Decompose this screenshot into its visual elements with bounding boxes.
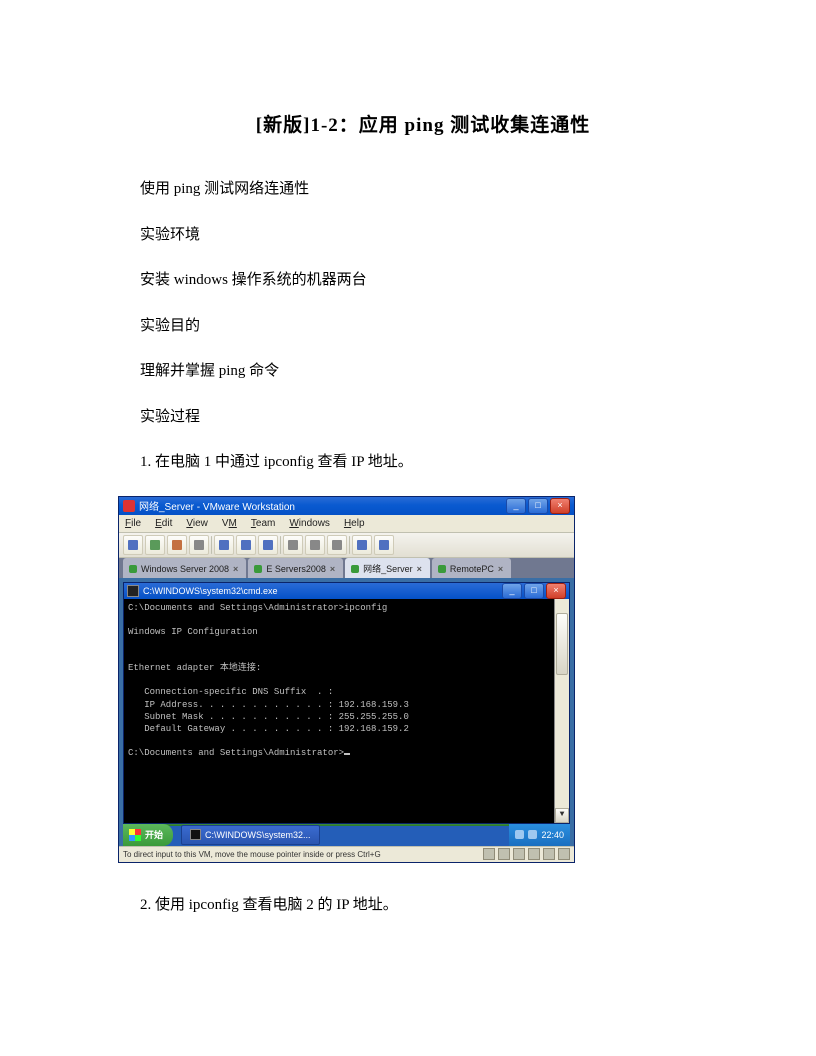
vm-status-icon xyxy=(254,565,262,573)
cmd-scrollbar[interactable]: ▲ ▼ xyxy=(554,599,569,823)
windows-logo-icon xyxy=(129,829,141,841)
status-device-icon[interactable] xyxy=(513,848,525,860)
menu-help[interactable]: Help xyxy=(344,518,365,529)
vm-status-icon xyxy=(351,565,359,573)
menu-file[interactable]: File xyxy=(125,518,141,529)
toolbar-separator xyxy=(280,536,281,554)
maximize-button[interactable]: □ xyxy=(528,498,548,514)
tab-close-icon[interactable]: × xyxy=(233,564,238,574)
scroll-down-button[interactable]: ▼ xyxy=(555,808,569,823)
cmd-titlebar: C:\WINDOWS\system32\cmd.exe _ □ × xyxy=(124,583,569,599)
system-tray[interactable]: 22:40 xyxy=(509,824,570,846)
toolbar-icon[interactable] xyxy=(305,535,325,555)
vmware-window-title: 网络_Server - VMware Workstation xyxy=(139,498,506,513)
paragraph-step2: 2. 使用 ipconfig 查看电脑 2 的 IP 地址。 xyxy=(140,893,706,919)
taskbar-item-label: C:\WINDOWS\system32... xyxy=(205,830,311,840)
menu-vm[interactable]: VM xyxy=(222,518,237,529)
cmd-title: C:\WINDOWS\system32\cmd.exe xyxy=(143,586,502,596)
vm-tab-label: E Servers2008 xyxy=(266,564,326,574)
cmd-icon xyxy=(127,585,139,597)
start-label: 开始 xyxy=(145,828,163,841)
toolbar-icon[interactable] xyxy=(236,535,256,555)
cmd-window: C:\WINDOWS\system32\cmd.exe _ □ × C:\Doc… xyxy=(123,582,570,824)
vm-tab-active[interactable]: 网络_Server × xyxy=(345,558,430,578)
minimize-button[interactable]: _ xyxy=(506,498,526,514)
tab-close-icon[interactable]: × xyxy=(417,564,422,574)
vmware-status-text: To direct input to this VM, move the mou… xyxy=(123,850,381,859)
paragraph-step1: 1. 在电脑 1 中通过 ipconfig 查看 IP 地址。 xyxy=(140,450,706,476)
cmd-maximize-button[interactable]: □ xyxy=(524,583,544,599)
embedded-screenshot: 网络_Server - VMware Workstation _ □ × Fil… xyxy=(118,496,575,863)
toolbar-separator xyxy=(349,536,350,554)
vm-status-icon xyxy=(129,565,137,573)
taskbar-item-cmd[interactable]: C:\WINDOWS\system32... xyxy=(181,825,320,845)
toolbar-snapshot-button[interactable] xyxy=(189,535,209,555)
document-title: [新版]1-2：应用 ping 测试收集连通性 xyxy=(140,110,706,137)
vm-tab[interactable]: Windows Server 2008 × xyxy=(123,558,246,578)
tab-close-icon[interactable]: × xyxy=(498,564,503,574)
cmd-output[interactable]: C:\Documents and Settings\Administrator>… xyxy=(124,599,569,823)
vmware-tabs: Windows Server 2008 × E Servers2008 × 网络_S… xyxy=(119,558,574,578)
paragraph-goal-heading: 实验目的 xyxy=(140,314,706,340)
cmd-cursor xyxy=(344,753,350,755)
cmd-close-button[interactable]: × xyxy=(546,583,566,599)
vmware-statusbar: To direct input to this VM, move the mou… xyxy=(119,846,574,862)
vmware-app-icon xyxy=(123,500,135,512)
paragraph-env-body: 安装 windows 操作系统的机器两台 xyxy=(140,268,706,294)
tab-close-icon[interactable]: × xyxy=(330,564,335,574)
guest-taskbar: 开始 C:\WINDOWS\system32... 22:40 xyxy=(123,824,570,846)
clock: 22:40 xyxy=(541,830,564,840)
paragraph-env-heading: 实验环境 xyxy=(140,223,706,249)
menu-windows[interactable]: Windows xyxy=(289,518,330,529)
close-button[interactable]: × xyxy=(550,498,570,514)
scroll-track[interactable] xyxy=(555,613,569,809)
status-device-icon[interactable] xyxy=(543,848,555,860)
toolbar-separator xyxy=(211,536,212,554)
vm-tab-label: 网络_Server xyxy=(363,562,413,575)
guest-desktop: C:\WINDOWS\system32\cmd.exe _ □ × C:\Doc… xyxy=(119,578,574,846)
vm-tab-label: RemotePC xyxy=(450,564,494,574)
menu-edit[interactable]: Edit xyxy=(155,518,172,529)
status-device-icon[interactable] xyxy=(558,848,570,860)
tray-icon[interactable] xyxy=(515,830,524,839)
vm-tab[interactable]: RemotePC × xyxy=(432,558,511,578)
vm-tab[interactable]: E Servers2008 × xyxy=(248,558,343,578)
cmd-minimize-button[interactable]: _ xyxy=(502,583,522,599)
toolbar-icon[interactable] xyxy=(258,535,278,555)
cmd-taskbar-icon xyxy=(190,829,201,840)
tray-icon[interactable] xyxy=(528,830,537,839)
menu-team[interactable]: Team xyxy=(251,518,275,529)
status-device-icon[interactable] xyxy=(498,848,510,860)
toolbar-unity-button[interactable] xyxy=(374,535,394,555)
toolbar-play-button[interactable] xyxy=(145,535,165,555)
vmware-menubar: File Edit View VM Team Windows Help xyxy=(119,515,574,533)
toolbar-icon[interactable] xyxy=(214,535,234,555)
vm-tab-label: Windows Server 2008 xyxy=(141,564,229,574)
toolbar-stop-button[interactable] xyxy=(167,535,187,555)
vmware-titlebar: 网络_Server - VMware Workstation _ □ × xyxy=(119,497,574,515)
paragraph-goal-body: 理解并掌握 ping 命令 xyxy=(140,359,706,385)
vm-status-icon xyxy=(438,565,446,573)
toolbar-icon[interactable] xyxy=(327,535,347,555)
vmware-toolbar xyxy=(119,533,574,558)
status-device-icon[interactable] xyxy=(528,848,540,860)
toolbar-fullscreen-button[interactable] xyxy=(352,535,372,555)
status-device-icon[interactable] xyxy=(483,848,495,860)
paragraph-intro: 使用 ping 测试网络连通性 xyxy=(140,177,706,203)
toolbar-icon[interactable] xyxy=(283,535,303,555)
start-button[interactable]: 开始 xyxy=(123,824,173,846)
toolbar-power-button[interactable] xyxy=(123,535,143,555)
menu-view[interactable]: View xyxy=(186,518,208,529)
paragraph-process-heading: 实验过程 xyxy=(140,405,706,431)
scroll-thumb[interactable] xyxy=(556,613,568,675)
